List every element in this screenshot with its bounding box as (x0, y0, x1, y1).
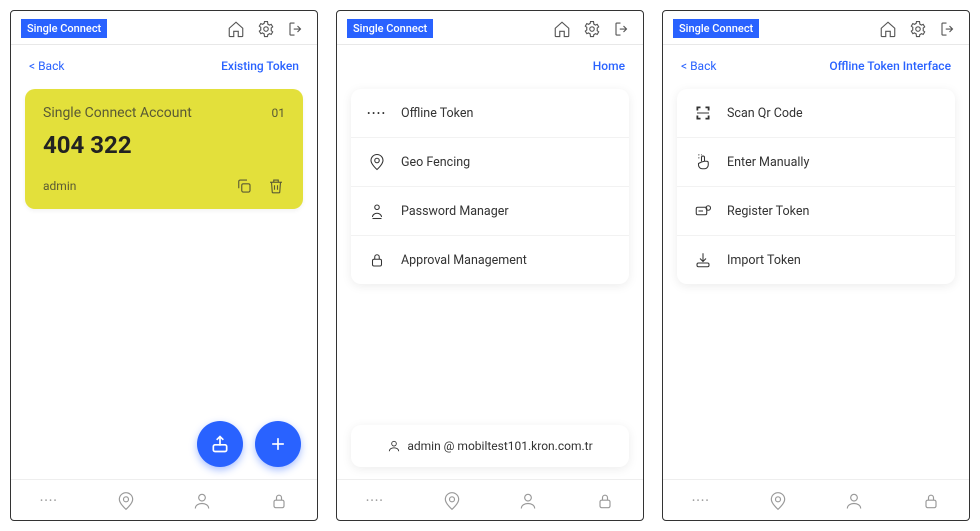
content: Single Connect Account 01 404 322 admin (11, 83, 317, 479)
topbar-icons (553, 20, 631, 38)
subbar: < Back Offline Token Interface (663, 45, 969, 83)
nav-offline-token[interactable]: •••• (690, 490, 712, 512)
token-actions (235, 177, 285, 195)
nav-password-manager[interactable] (843, 490, 865, 512)
token-user: admin (43, 179, 76, 193)
menu-label: Password Manager (401, 204, 509, 219)
copy-icon[interactable] (235, 177, 253, 195)
register-icon (693, 201, 713, 221)
home-icon[interactable] (553, 20, 571, 38)
nav-approval-management[interactable] (920, 490, 942, 512)
home-menu: •••• Offline Token Geo Fencing Password … (351, 89, 629, 284)
home-icon[interactable] (227, 20, 245, 38)
nav-approval-management[interactable] (594, 490, 616, 512)
nav-geo-fencing[interactable] (441, 490, 463, 512)
brand-badge: Single Connect (21, 19, 107, 38)
trash-icon[interactable] (267, 177, 285, 195)
menu-scan-qr[interactable]: Scan Qr Code (677, 89, 955, 138)
content: Scan Qr Code Enter Manually Register Tok… (663, 83, 969, 479)
topbar: Single Connect (11, 11, 317, 45)
menu-label: Geo Fencing (401, 155, 470, 170)
exit-icon[interactable] (613, 20, 631, 38)
screen-title: Home (593, 59, 625, 73)
menu-label: Register Token (727, 204, 809, 219)
gear-icon[interactable] (257, 20, 275, 38)
add-button[interactable] (255, 421, 301, 467)
lock-icon (367, 250, 387, 270)
exit-icon[interactable] (287, 20, 305, 38)
topbar: Single Connect (663, 11, 969, 45)
location-icon (367, 152, 387, 172)
nav-offline-token[interactable]: •••• (38, 490, 60, 512)
token-account-title: Single Connect Account (43, 105, 192, 121)
nav-geo-fencing[interactable] (115, 490, 137, 512)
screen-existing-token: Single Connect < Back Existing Token Sin… (10, 10, 318, 521)
screen-offline-token-interface: Single Connect < Back Offline Token Inte… (662, 10, 970, 521)
screen-title: Offline Token Interface (829, 59, 951, 73)
bottom-nav: •••• (11, 479, 317, 520)
menu-import-token[interactable]: Import Token (677, 236, 955, 284)
menu-approval-management[interactable]: Approval Management (351, 236, 629, 284)
nav-geo-fencing[interactable] (767, 490, 789, 512)
menu-label: Import Token (727, 253, 801, 268)
nav-approval-management[interactable] (268, 490, 290, 512)
gear-icon[interactable] (909, 20, 927, 38)
menu-enter-manually[interactable]: Enter Manually (677, 138, 955, 187)
bottom-nav: •••• (663, 479, 969, 520)
token-interface-menu: Scan Qr Code Enter Manually Register Tok… (677, 89, 955, 284)
topbar: Single Connect (337, 11, 643, 45)
screen-title: Existing Token (221, 59, 299, 73)
user-line: admin @ mobiltest101.kron.com.tr (407, 439, 592, 453)
token-card[interactable]: Single Connect Account 01 404 322 admin (25, 89, 303, 209)
menu-offline-token[interactable]: •••• Offline Token (351, 89, 629, 138)
home-icon[interactable] (879, 20, 897, 38)
menu-label: Enter Manually (727, 155, 809, 170)
token-index: 01 (272, 106, 286, 120)
tap-icon (693, 152, 713, 172)
menu-geo-fencing[interactable]: Geo Fencing (351, 138, 629, 187)
user-key-icon (367, 201, 387, 221)
exit-icon[interactable] (939, 20, 957, 38)
gear-icon[interactable] (583, 20, 601, 38)
content: •••• Offline Token Geo Fencing Password … (337, 83, 643, 479)
menu-label: Offline Token (401, 106, 473, 121)
menu-label: Scan Qr Code (727, 106, 803, 121)
brand-badge: Single Connect (673, 19, 759, 38)
bottom-nav: •••• (337, 479, 643, 520)
screen-home: Single Connect Home •••• Offline Token G… (336, 10, 644, 521)
menu-register-token[interactable]: Register Token (677, 187, 955, 236)
qr-icon (693, 103, 713, 123)
back-link[interactable]: < Back (29, 59, 64, 73)
user-icon (387, 439, 401, 453)
menu-label: Approval Management (401, 253, 527, 268)
fab-group (197, 421, 301, 467)
token-code: 404 322 (43, 131, 285, 159)
nav-password-manager[interactable] (191, 490, 213, 512)
import-icon (693, 250, 713, 270)
subbar: Home (337, 45, 643, 83)
topbar-icons (227, 20, 305, 38)
back-link[interactable]: < Back (681, 59, 716, 73)
user-card: admin @ mobiltest101.kron.com.tr (351, 425, 629, 467)
subbar: < Back Existing Token (11, 45, 317, 83)
menu-password-manager[interactable]: Password Manager (351, 187, 629, 236)
nav-password-manager[interactable] (517, 490, 539, 512)
topbar-icons (879, 20, 957, 38)
brand-badge: Single Connect (347, 19, 433, 38)
nav-offline-token[interactable]: •••• (364, 490, 386, 512)
share-button[interactable] (197, 421, 243, 467)
dots-icon: •••• (367, 103, 387, 123)
